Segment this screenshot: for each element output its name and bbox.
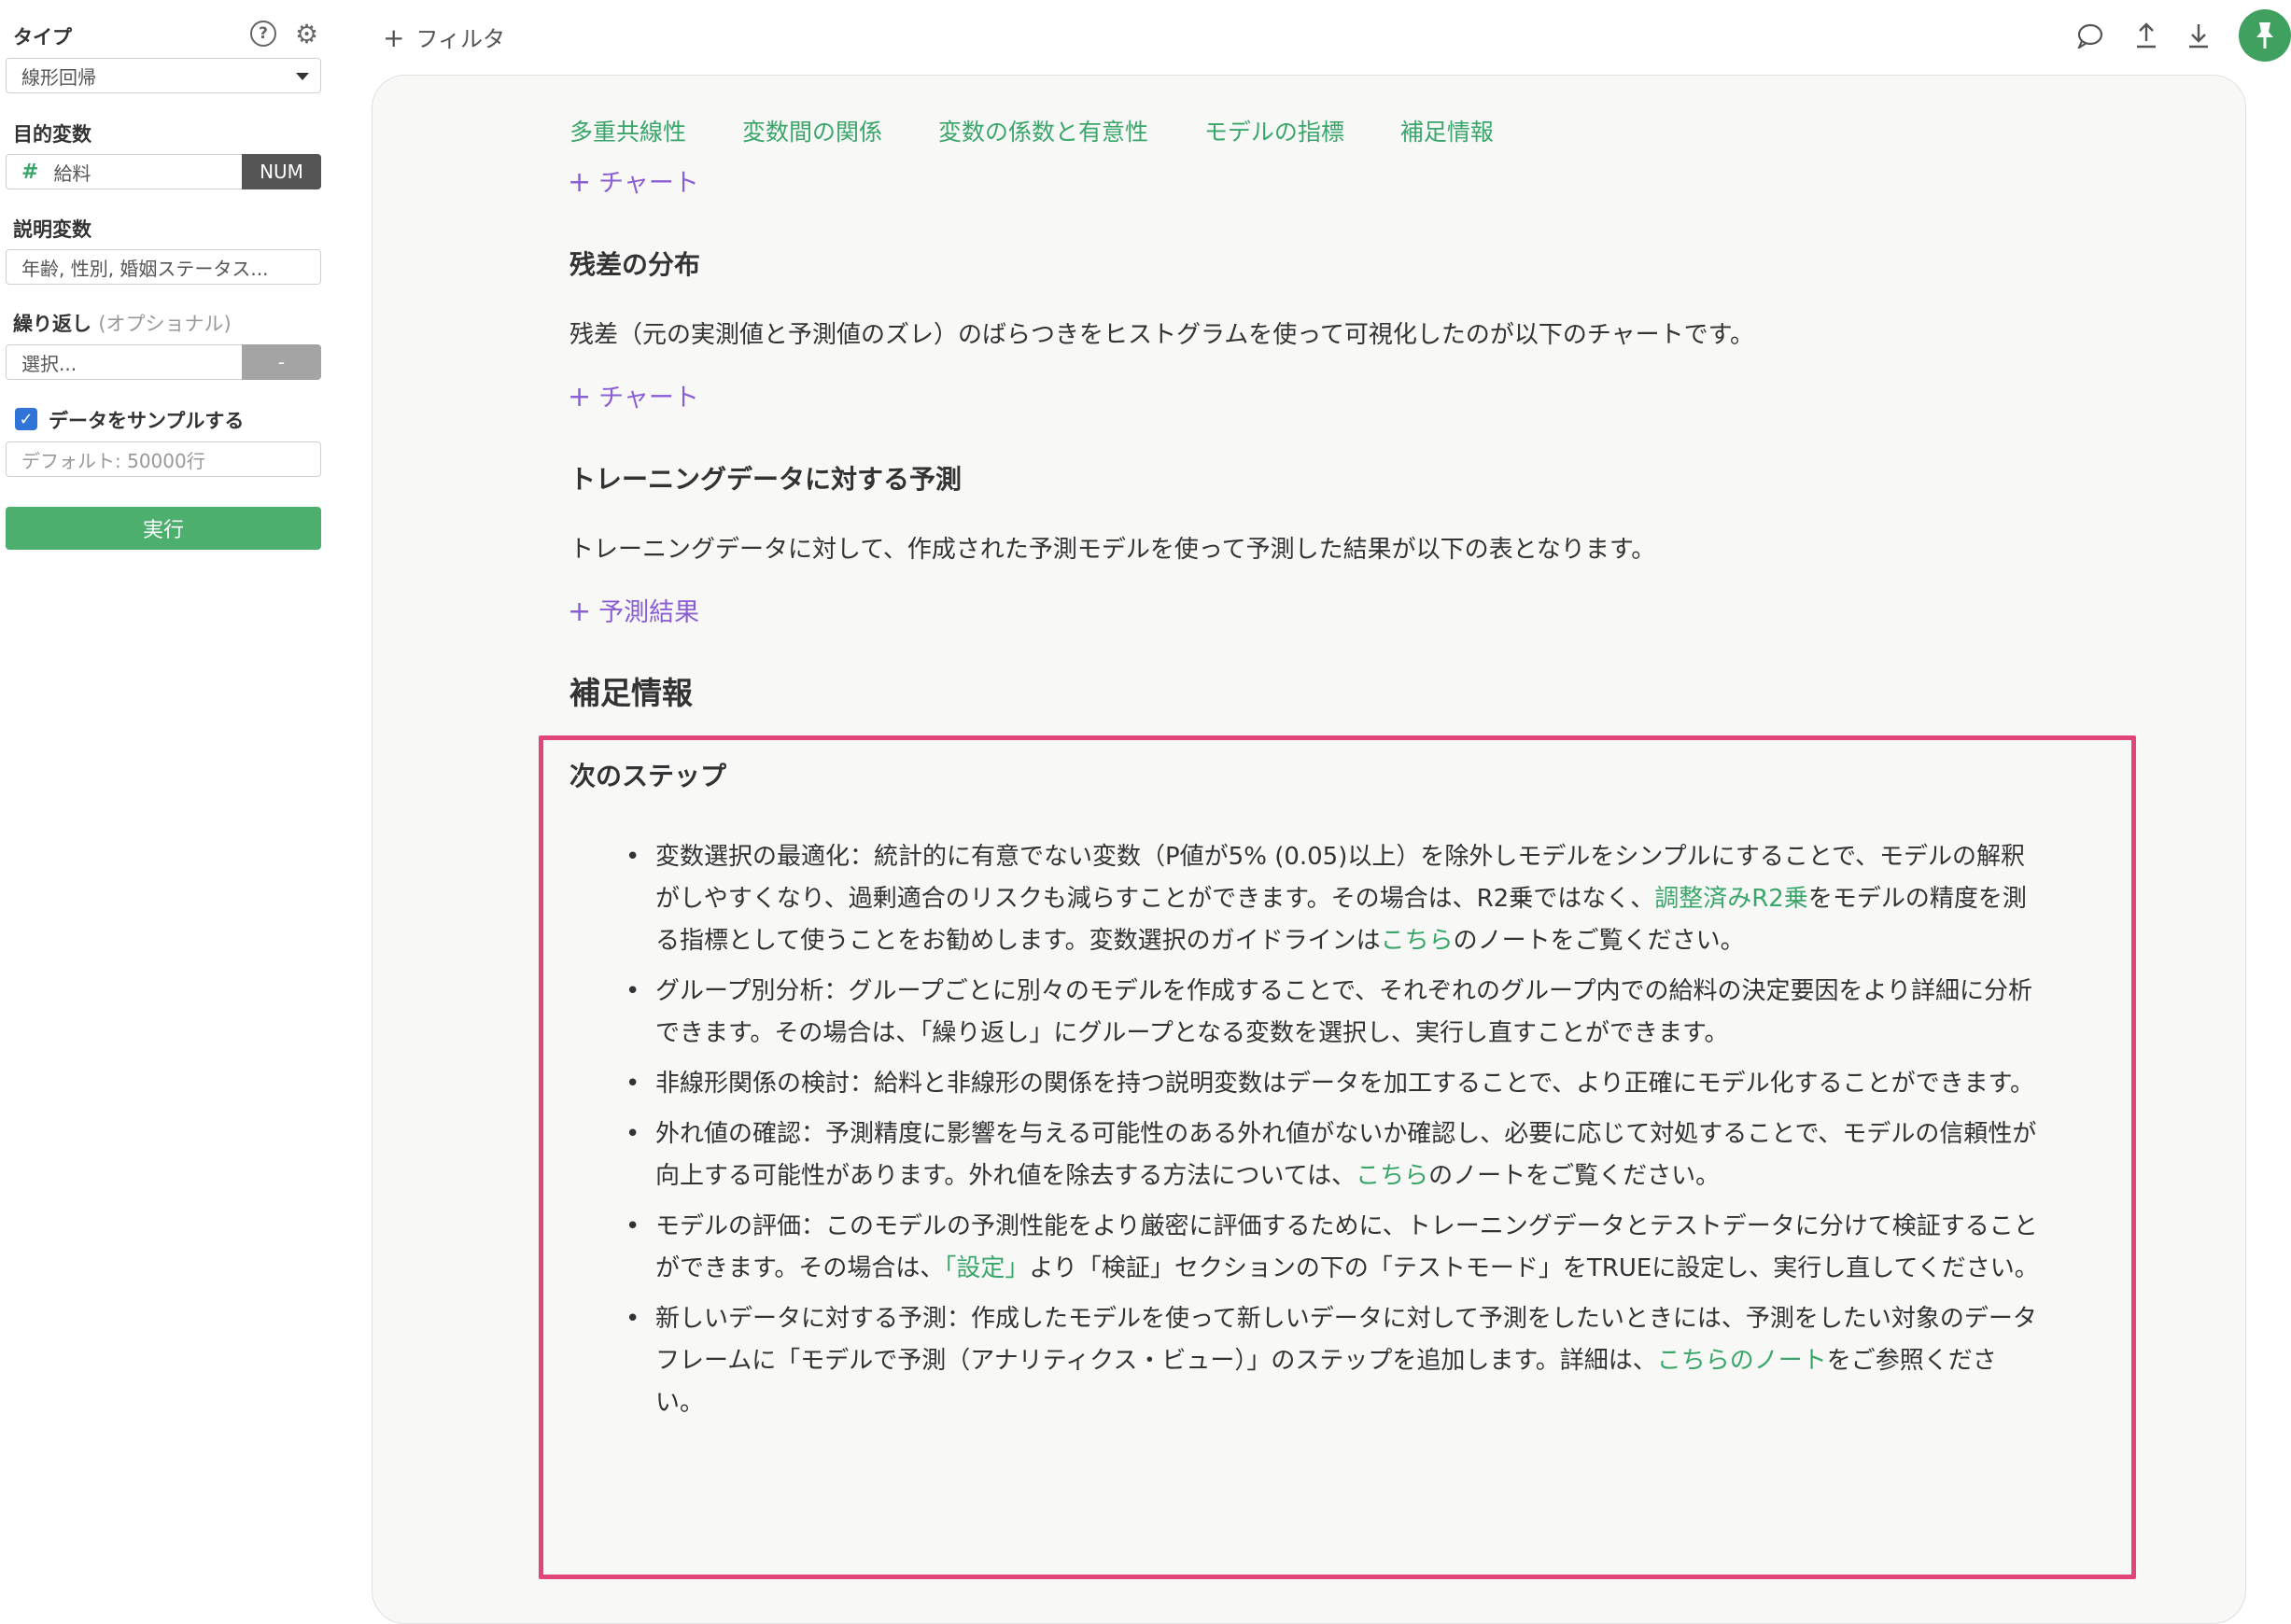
next-steps-list: 変数選択の最適化：統計的に有意でない変数（P値が5% (0.05)以上）を除外し… — [625, 836, 2045, 1433]
repeat-badge: - — [242, 344, 321, 380]
settings-link[interactable]: 「設定」 — [944, 1254, 1029, 1282]
gear-icon[interactable]: ⚙ — [295, 19, 318, 49]
add-chart-link-1[interactable]: + チャート — [568, 162, 699, 199]
plus-icon: + — [568, 381, 592, 413]
step-text: 外れ値の確認：予測精度に影響を与える可能性のある外れ値がないか確認し、必要に応じ… — [655, 1120, 2037, 1190]
download-icon[interactable] — [2186, 21, 2211, 49]
add-chart-label: チャート — [598, 169, 699, 198]
tab-supplement[interactable]: 補足情報 — [1400, 119, 1494, 146]
help-icon[interactable]: ? — [250, 21, 276, 47]
guideline-link[interactable]: こちら — [1381, 927, 1454, 955]
add-chart-link-2[interactable]: + チャート — [568, 377, 699, 413]
adjusted-r2-link[interactable]: 調整済みR2乗 — [1654, 885, 1808, 913]
training-text: トレーニングデータに対して、作成された予測モデルを使って予測した結果が以下の表と… — [569, 536, 1656, 564]
upload-icon[interactable] — [2134, 21, 2158, 49]
plus-icon: + — [568, 595, 592, 628]
add-prediction-link[interactable]: + 予測結果 — [568, 592, 699, 628]
list-item: 非線形関係の検討：給料と非線形の関係を持つ説明変数はデータを加工することで、より… — [625, 1063, 2045, 1105]
target-variable-value: 給料 — [53, 161, 91, 185]
repeat-select[interactable]: 選択... - — [6, 344, 321, 380]
list-item: 新しいデータに対する予測：作成したモデルを使って新しいデータに対して予測をしたい… — [625, 1298, 2045, 1424]
plus-icon: + — [568, 166, 592, 199]
add-chart-label: チャート — [598, 384, 699, 413]
target-variable-field[interactable]: # 給料 NUM — [6, 154, 321, 189]
explanatory-variables-field[interactable]: 年齢, 性別, 婚姻ステータス... — [6, 249, 321, 285]
tab-model-metrics[interactable]: モデルの指標 — [1204, 119, 1344, 146]
next-steps-heading: 次のステップ — [569, 761, 727, 791]
section-tabs: 多重共線性 変数間の関係 変数の係数と有意性 モデルの指標 補足情報 — [569, 114, 1542, 147]
list-item: グループ別分析：グループごとに別々のモデルを作成することで、それぞれのグループ内… — [625, 971, 2045, 1055]
list-item: モデルの評価：このモデルの予測性能をより厳密に評価するために、トレーニングデータ… — [625, 1206, 2045, 1290]
comment-icon[interactable] — [2076, 22, 2104, 49]
left-panel: タイプ ? ⚙ 線形回帰 目的変数 # 給料 NUM 説明変数 年齢, 性別, … — [0, 0, 336, 1598]
step-text: 非線形関係の検討：給料と非線形の関係を持つ説明変数はデータを加工することで、より… — [655, 1070, 2035, 1098]
tab-variable-relations[interactable]: 変数間の関係 — [742, 119, 882, 146]
sample-size-input[interactable]: デフォルト: 50000行 — [6, 441, 321, 477]
explanatory-variables-value: 年齢, 性別, 婚姻ステータス... — [21, 257, 269, 280]
repeat-label-text: 繰り返し — [13, 313, 91, 335]
run-button[interactable]: 実行 — [6, 507, 321, 550]
explanatory-label: 説明変数 — [13, 218, 91, 241]
repeat-select-value: 選択... — [21, 352, 77, 375]
plus-icon: + — [383, 22, 405, 53]
sample-size-placeholder: デフォルト: 50000行 — [21, 449, 205, 472]
type-select-value: 線形回帰 — [21, 65, 96, 89]
num-type-badge: NUM — [242, 154, 321, 189]
pin-button[interactable] — [2239, 9, 2291, 62]
prediction-note-link[interactable]: こちらのノート — [1657, 1347, 1827, 1375]
residual-heading: 残差の分布 — [569, 249, 701, 280]
step-text: より「検証」セクションの下の「テストモード」をTRUEに設定し、実行し直してくだ… — [1029, 1254, 2039, 1282]
type-label: タイプ — [13, 26, 72, 49]
step-text: のノートをご覧ください。 — [1428, 1162, 1721, 1190]
residual-text: 残差（元の実測値と予測値のズレ）のばらつきをヒストグラムを使って可視化したのが以… — [569, 321, 1755, 349]
repeat-label: 繰り返し (オプショナル) — [13, 309, 232, 337]
tab-coefficients[interactable]: 変数の係数と有意性 — [938, 119, 1148, 146]
type-select[interactable]: 線形回帰 — [6, 58, 321, 93]
pin-icon — [2256, 22, 2273, 49]
supplement-heading: 補足情報 — [569, 675, 693, 711]
list-item: 外れ値の確認：予測精度に影響を与える可能性のある外れ値がないか確認し、必要に応じ… — [625, 1113, 2045, 1197]
tab-multicollinearity[interactable]: 多重共線性 — [569, 119, 686, 146]
sample-label: データをサンプルする — [49, 410, 245, 432]
filter-label: フィルタ — [415, 26, 505, 52]
add-prediction-label: 予測結果 — [598, 598, 700, 627]
hash-icon: # — [21, 160, 39, 184]
outlier-note-link[interactable]: こちら — [1356, 1162, 1428, 1190]
chevron-down-icon — [296, 73, 309, 80]
step-text: のノートをご覧ください。 — [1453, 927, 1745, 955]
target-label: 目的変数 — [13, 123, 91, 146]
filter-button[interactable]: + フィルタ — [383, 21, 505, 53]
training-heading: トレーニングデータに対する予測 — [569, 464, 963, 495]
sample-checkbox[interactable]: ✓ — [15, 408, 37, 430]
repeat-optional-text: (オプショナル) — [98, 313, 232, 335]
list-item: 変数選択の最適化：統計的に有意でない変数（P値が5% (0.05)以上）を除外し… — [625, 836, 2045, 962]
step-text: グループ別分析：グループごとに別々のモデルを作成することで、それぞれのグループ内… — [655, 977, 2032, 1047]
